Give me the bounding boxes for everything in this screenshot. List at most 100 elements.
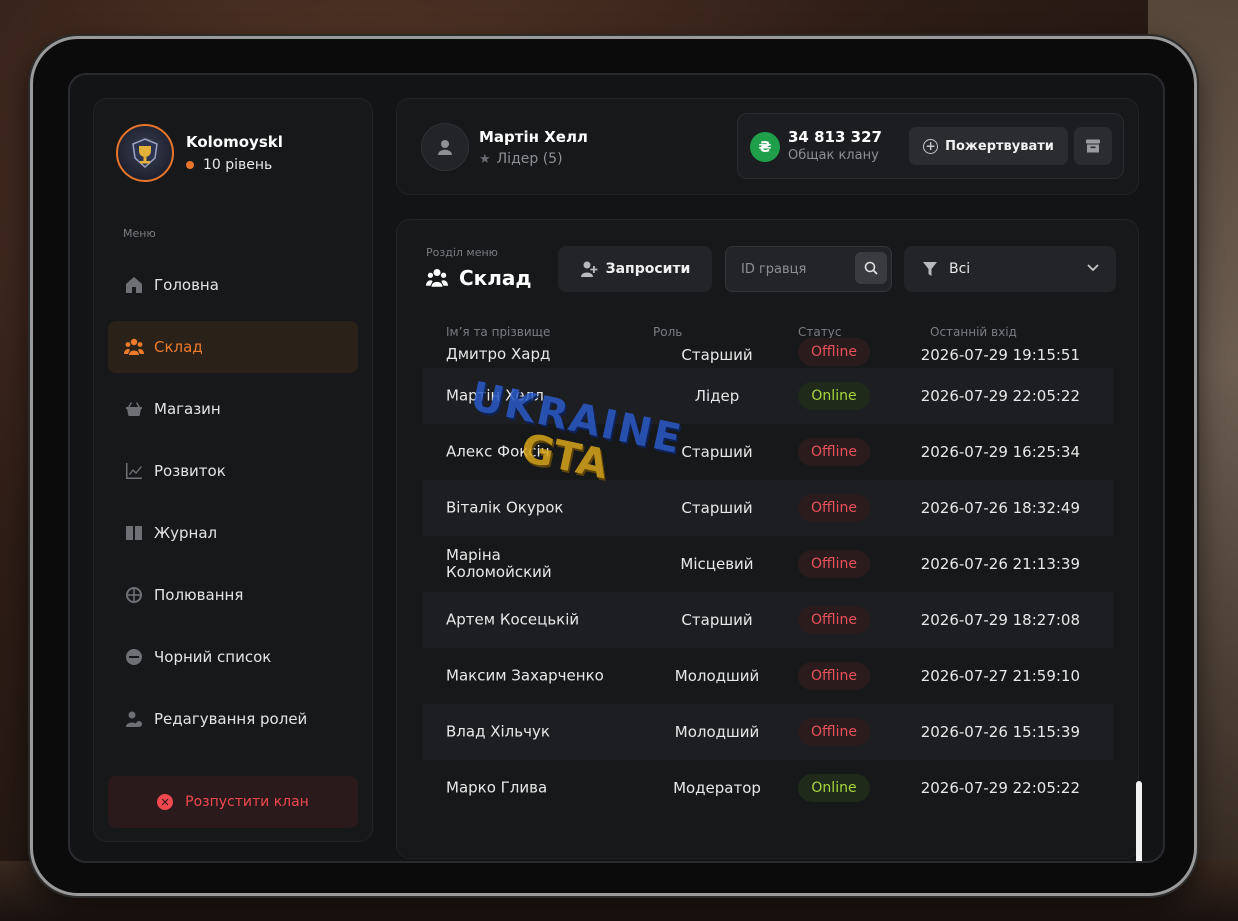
avatar xyxy=(421,123,469,171)
crosshair-icon xyxy=(124,585,144,605)
sidebar-item-development[interactable]: Розвиток xyxy=(108,445,358,497)
clan-profile: Kolomoyskl 10 рівень xyxy=(116,124,283,182)
status-badge: Offline xyxy=(798,718,870,746)
column-status-header: Статус xyxy=(798,325,842,339)
hryvnia-coin-icon: ₴ xyxy=(750,132,780,162)
sidebar-menu: Головна Склад Магазин Розвиток Журнал По… xyxy=(108,259,358,755)
member-role: Місцевий xyxy=(680,555,754,573)
archive-box-icon xyxy=(1086,139,1100,153)
last-login: 2026-07-29 22:05:22 xyxy=(920,387,1080,405)
member-name: Маріна Коломойский xyxy=(446,546,552,581)
funds-label: Общак клану xyxy=(788,148,879,163)
archive-button[interactable] xyxy=(1074,127,1112,165)
sidebar-item-label: Розвиток xyxy=(154,462,226,480)
table-row[interactable]: Алекс Фоксіч Старший Offline 2026-07-29 … xyxy=(422,424,1114,480)
shop-basket-icon xyxy=(124,399,144,419)
leader-header-card: Мартін Хелл ★ Лідер (5) ₴ 34 813 327 Общ… xyxy=(396,98,1139,195)
table-row[interactable]: Мартін Хелл Лідер Online 2026-07-29 22:0… xyxy=(422,368,1114,424)
disband-clan-button[interactable]: ✕ Розпустити клан xyxy=(108,776,358,828)
column-last-login-header: Останній вхід xyxy=(930,325,1017,339)
page-title-text: Склад xyxy=(459,266,532,290)
sidebar-item-shop[interactable]: Магазин xyxy=(108,383,358,435)
last-login: 2026-07-26 18:32:49 xyxy=(920,499,1080,517)
member-name: Максим Захарченко xyxy=(446,666,604,685)
sidebar-item-label: Магазин xyxy=(154,400,221,418)
role-filter-select[interactable]: Всі xyxy=(904,246,1116,292)
section-caption: Розділ меню xyxy=(426,246,498,259)
member-name: Алекс Фоксіч xyxy=(446,442,550,461)
home-icon xyxy=(124,275,144,295)
sidebar-item-blacklist[interactable]: Чорний список xyxy=(108,631,358,683)
member-role: Старший xyxy=(681,346,753,364)
sidebar-item-home[interactable]: Головна xyxy=(108,259,358,311)
clan-app-screen: Kolomoyskl 10 рівень Меню Головна Склад xyxy=(68,73,1165,863)
chevron-down-icon xyxy=(1087,264,1099,272)
scrollbar-thumb[interactable] xyxy=(1136,781,1142,861)
table-row[interactable]: Влад Хільчук Молодший Offline 2026-07-26… xyxy=(422,704,1114,760)
members-icon xyxy=(124,337,144,357)
table-row[interactable]: Максим Захарченко Молодший Offline 2026-… xyxy=(422,648,1114,704)
block-icon xyxy=(124,647,144,667)
level-dot-icon xyxy=(186,161,194,169)
status-badge: Offline xyxy=(798,662,870,690)
sidebar-item-label: Полювання xyxy=(154,586,244,604)
table-row[interactable]: Маріна Коломойский Місцевий Offline 2026… xyxy=(422,536,1114,592)
member-name: Дмитро Хард xyxy=(446,345,551,363)
sidebar-item-journal[interactable]: Журнал xyxy=(108,507,358,559)
menu-label: Меню xyxy=(123,227,156,240)
last-login: 2026-07-26 21:13:39 xyxy=(920,555,1080,573)
table-row[interactable]: Марко Глива Модератор Online 2026-07-29 … xyxy=(422,760,1114,816)
user-gear-icon xyxy=(124,709,144,729)
leader-name: Мартін Хелл xyxy=(479,128,588,146)
status-badge: Online xyxy=(798,774,870,802)
leader-role: ★ Лідер (5) xyxy=(479,151,563,167)
last-login: 2026-07-29 19:15:51 xyxy=(920,346,1080,364)
status-badge: Offline xyxy=(798,550,870,578)
sidebar-item-role-editing[interactable]: Редагування ролей xyxy=(108,693,358,745)
plus-circle-icon: + xyxy=(923,138,939,154)
member-name: Марко Глива xyxy=(446,778,548,797)
members-panel: Розділ меню Склад Запросити Всі xyxy=(396,219,1139,859)
user-icon xyxy=(438,140,452,155)
table-row[interactable]: Артем Косецькій Старший Offline 2026-07-… xyxy=(422,592,1114,648)
member-name: Артем Косецькій xyxy=(446,610,580,629)
funds-amount: 34 813 327 xyxy=(788,128,882,146)
search-input[interactable] xyxy=(726,261,846,277)
table-row[interactable]: Дмитро Хард Старший Offline 2026-07-29 1… xyxy=(422,338,1114,368)
members-table: Дмитро Хард Старший Offline 2026-07-29 1… xyxy=(422,338,1114,816)
member-name: Віталік Окурок xyxy=(446,498,564,517)
status-badge: Offline xyxy=(798,338,870,366)
close-circle-icon: ✕ xyxy=(157,794,174,810)
clan-name: Kolomoyskl xyxy=(186,133,283,151)
sidebar-item-members[interactable]: Склад xyxy=(108,321,358,373)
column-role-header: Роль xyxy=(653,325,683,339)
member-role: Модератор xyxy=(673,779,761,797)
sidebar: Kolomoyskl 10 рівень Меню Головна Склад xyxy=(93,98,373,842)
members-icon xyxy=(426,268,448,287)
clan-level-text: 10 рівень xyxy=(203,157,273,173)
member-name: Мартін Хелл xyxy=(446,386,544,405)
add-user-icon xyxy=(580,261,598,277)
status-badge: Offline xyxy=(798,606,870,634)
book-icon xyxy=(124,523,144,543)
last-login: 2026-07-26 15:15:39 xyxy=(920,723,1080,741)
sidebar-item-label: Склад xyxy=(154,338,203,356)
member-role: Старший xyxy=(681,611,753,629)
donate-button[interactable]: + Пожертвувати xyxy=(909,127,1068,165)
sidebar-item-hunting[interactable]: Полювання xyxy=(108,569,358,621)
sidebar-item-label: Головна xyxy=(154,276,219,294)
table-row[interactable]: Віталік Окурок Старший Offline 2026-07-2… xyxy=(422,480,1114,536)
page-title: Склад xyxy=(426,266,532,290)
player-id-search xyxy=(725,246,892,292)
last-login: 2026-07-29 22:05:22 xyxy=(920,779,1080,797)
last-login: 2026-07-29 16:25:34 xyxy=(920,443,1080,461)
star-icon: ★ xyxy=(479,151,491,167)
disband-clan-label: Розпустити клан xyxy=(185,794,309,810)
chart-icon xyxy=(124,461,144,481)
donate-label: Пожертвувати xyxy=(945,138,1054,154)
tablet-frame: Kolomoyskl 10 рівень Меню Головна Склад xyxy=(30,36,1197,896)
invite-button[interactable]: Запросити xyxy=(558,246,712,292)
member-name: Влад Хільчук xyxy=(446,722,550,741)
status-badge: Offline xyxy=(798,494,870,522)
search-button[interactable] xyxy=(855,252,887,284)
